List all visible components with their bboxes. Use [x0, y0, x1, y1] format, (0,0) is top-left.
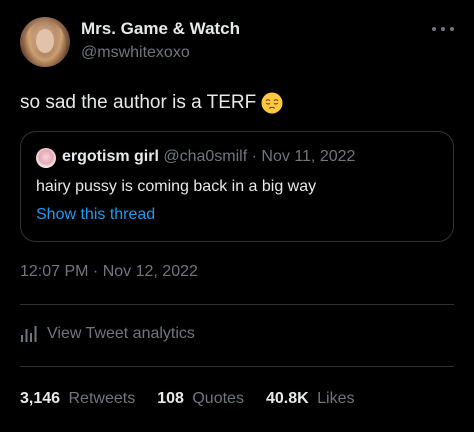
more-dot — [432, 27, 436, 31]
tweet-text: so sad the author is a TERF — [20, 92, 283, 114]
view-analytics-link[interactable]: View Tweet analytics — [20, 325, 195, 343]
tweet-body: so sad the author is a TERF — [20, 92, 257, 113]
likes-label: Likes — [317, 390, 355, 407]
quotes-count: 108 — [157, 390, 184, 407]
tweet-timestamp[interactable]: 12:07 PM · Nov 12, 2022 — [20, 263, 198, 281]
retweets-stat[interactable]: 3,146 Retweets — [20, 390, 135, 408]
tweet-detail: { "author": { "display_name": "Mrs. Game… — [0, 0, 474, 432]
divider — [20, 366, 454, 367]
author-display-name[interactable]: Mrs. Game & Watch — [81, 19, 240, 39]
bar-chart-icon — [21, 326, 37, 342]
quotes-stat[interactable]: 108 Quotes — [157, 390, 244, 408]
retweets-label: Retweets — [68, 390, 136, 407]
more-horizontal-icon[interactable] — [432, 24, 454, 34]
quote-text: hairy pussy is coming back in a big way — [36, 178, 317, 195]
quote-avatar — [36, 148, 56, 168]
show-thread-link[interactable]: Show this thread — [36, 206, 155, 224]
quotes-label: Quotes — [192, 390, 244, 407]
quote-separator: · — [251, 148, 257, 165]
more-dot — [450, 27, 454, 31]
quote-tweet-card[interactable]: ergotism girl @cha0smilf · Nov 11, 2022 … — [20, 131, 454, 242]
avatar[interactable] — [20, 17, 70, 67]
avatar-face — [36, 29, 54, 53]
quote-author-handle: @cha0smilf — [163, 148, 248, 165]
engagement-stats: 3,146 Retweets 108 Quotes 40.8K Likes — [20, 390, 376, 408]
quote-author-name: ergotism girl — [62, 148, 159, 165]
quote-date: Nov 11, 2022 — [261, 148, 356, 165]
divider — [20, 304, 454, 305]
author-handle[interactable]: @mswhitexoxo — [81, 44, 190, 62]
likes-count: 40.8K — [265, 390, 309, 407]
pensive-face-emoji-icon — [261, 92, 283, 114]
more-dot — [441, 27, 445, 31]
likes-stat[interactable]: 40.8K Likes — [266, 390, 355, 408]
analytics-label: View Tweet analytics — [47, 325, 195, 342]
retweets-count: 3,146 — [20, 390, 61, 407]
quote-header: ergotism girl @cha0smilf · Nov 11, 2022 — [62, 148, 355, 166]
